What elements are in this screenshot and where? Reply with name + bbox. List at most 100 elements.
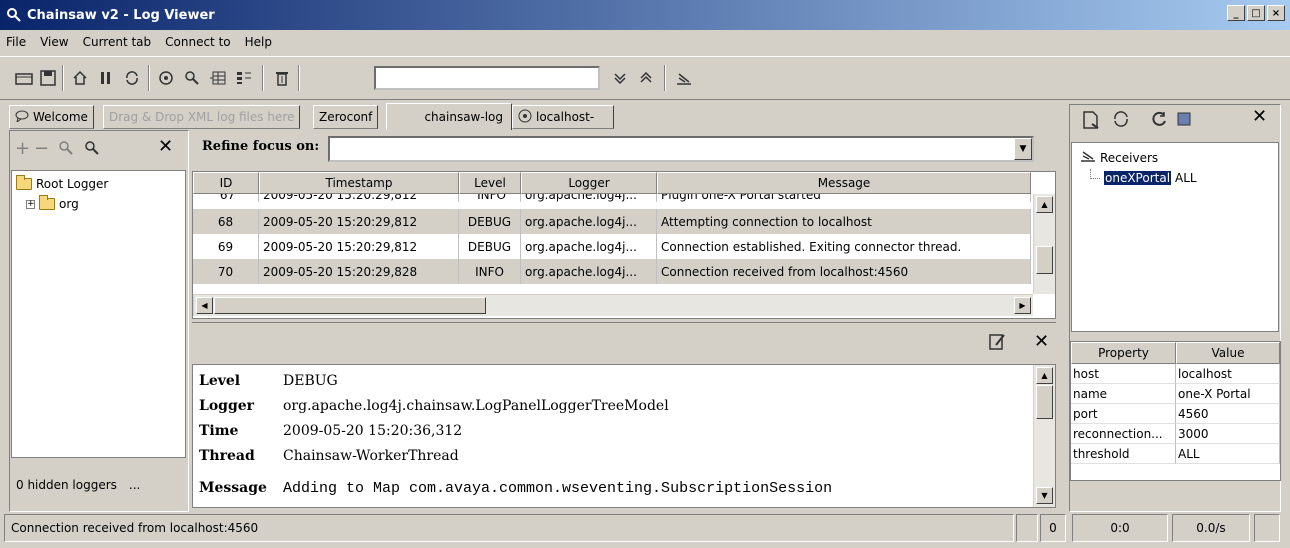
detail-message-label: Message bbox=[199, 480, 267, 496]
tab-chainsaw-log[interactable]: chainsaw-log bbox=[386, 103, 512, 130]
prop-header-property[interactable]: Property bbox=[1071, 342, 1176, 364]
table-row[interactable]: 70 2009-05-20 15:20:29,828 INFO org.apac… bbox=[193, 259, 1031, 284]
prop-value[interactable]: localhost bbox=[1176, 364, 1280, 384]
find-input[interactable] bbox=[374, 66, 600, 90]
add-icon[interactable]: + bbox=[15, 138, 30, 159]
prop-header-value[interactable]: Value bbox=[1176, 342, 1280, 364]
detail-scrollbar[interactable]: ▲ ▼ bbox=[1033, 365, 1055, 507]
receivers-toggle-icon[interactable] bbox=[672, 67, 696, 89]
detail-logger-label: Logger bbox=[199, 398, 255, 414]
save-icon[interactable] bbox=[36, 67, 60, 89]
receiver-level: ALL bbox=[1175, 171, 1197, 185]
table-vertical-scrollbar[interactable]: ▲ bbox=[1033, 194, 1055, 294]
prop-key: port bbox=[1071, 404, 1176, 424]
close-tree-icon[interactable]: ✕ bbox=[158, 136, 173, 157]
restart-receiver-icon[interactable] bbox=[1112, 110, 1130, 131]
detail-level-value: DEBUG bbox=[283, 373, 338, 389]
search-icon[interactable] bbox=[180, 67, 204, 89]
receiver-item[interactable]: oneXPortal ALL bbox=[1090, 169, 1197, 185]
folder-icon bbox=[16, 175, 32, 190]
close-receivers-icon[interactable]: ✕ bbox=[1252, 106, 1267, 127]
table-row-partial[interactable]: 67 2009-05-20 15:20:29,812 INFO org.apac… bbox=[193, 194, 1031, 202]
cell-message: Connection established. Exiting connecto… bbox=[657, 234, 1031, 259]
menu-connect-to[interactable]: Connect to bbox=[165, 35, 230, 49]
scroll-left-icon[interactable]: ◀ bbox=[196, 297, 213, 314]
menu-help[interactable]: Help bbox=[245, 35, 272, 49]
refresh-icon[interactable] bbox=[120, 67, 144, 89]
hidden-loggers-status[interactable]: 0 hidden loggers ... bbox=[12, 460, 186, 510]
stop-receiver-icon[interactable] bbox=[1176, 111, 1192, 130]
find-previous-icon[interactable] bbox=[634, 67, 658, 89]
find-next-icon[interactable] bbox=[608, 67, 632, 89]
folder-icon bbox=[39, 195, 55, 210]
receiver-properties-table: Property Value host localhost name one-X… bbox=[1070, 341, 1281, 481]
chainsaw-app-icon bbox=[6, 7, 22, 23]
file-open-icon[interactable] bbox=[12, 67, 36, 89]
tab-localhost[interactable]: localhost- bbox=[512, 105, 614, 129]
detail-scroll-up-icon[interactable]: ▲ bbox=[1036, 367, 1053, 384]
receivers-root[interactable]: Receivers bbox=[1080, 149, 1158, 166]
remove-icon[interactable]: − bbox=[34, 138, 49, 159]
close-window-button[interactable]: × bbox=[1267, 5, 1285, 21]
receiver-name: oneXPortal bbox=[1104, 171, 1172, 185]
column-header-id[interactable]: ID bbox=[193, 172, 259, 194]
table-settings-icon[interactable] bbox=[206, 67, 230, 89]
focus-icon[interactable] bbox=[58, 140, 74, 159]
detail-scroll-down-icon[interactable]: ▼ bbox=[1036, 487, 1053, 504]
table-row[interactable]: 68 2009-05-20 15:20:29,812 DEBUG org.apa… bbox=[193, 209, 1031, 234]
column-header-logger[interactable]: Logger bbox=[521, 172, 657, 194]
cell-logger: org.apache.log4j... bbox=[521, 209, 657, 234]
prop-value[interactable]: one-X Portal bbox=[1176, 384, 1280, 404]
table-horizontal-scrollbar[interactable]: ◀ ▶ bbox=[193, 294, 1033, 316]
tree-node-org[interactable]: + org bbox=[26, 195, 79, 211]
column-header-timestamp[interactable]: Timestamp bbox=[259, 172, 459, 194]
detail-layout-icon[interactable] bbox=[232, 67, 256, 89]
menu-file[interactable]: File bbox=[6, 35, 26, 49]
prop-value[interactable]: ALL bbox=[1176, 444, 1280, 464]
refine-dropdown-icon[interactable]: ▼ bbox=[1014, 138, 1032, 160]
hidden-loggers-more[interactable]: ... bbox=[129, 478, 140, 492]
close-detail-icon[interactable]: ✕ bbox=[1034, 331, 1049, 352]
column-header-message[interactable]: Message bbox=[657, 172, 1031, 194]
status-resize-grip[interactable] bbox=[1254, 514, 1280, 542]
scroll-thumb[interactable] bbox=[1036, 246, 1053, 274]
log-level-icon[interactable] bbox=[154, 67, 178, 89]
org-label: org bbox=[59, 197, 79, 211]
trash-icon[interactable] bbox=[270, 67, 294, 89]
tab-zeroconf[interactable]: Zeroconf bbox=[313, 105, 379, 129]
tab-chainsaw-log-label: chainsaw-log bbox=[424, 110, 503, 124]
tree-node-root-logger[interactable]: Root Logger bbox=[16, 175, 108, 191]
expand-icon[interactable]: + bbox=[26, 199, 35, 209]
prop-value[interactable]: 4560 bbox=[1176, 404, 1280, 424]
scroll-up-icon[interactable]: ▲ bbox=[1036, 196, 1053, 213]
minimize-button[interactable]: _ bbox=[1227, 5, 1245, 21]
receivers-icon bbox=[1080, 149, 1096, 166]
cell-logger: org.apache.log4j... bbox=[521, 234, 657, 259]
welcome-icon bbox=[15, 110, 29, 125]
menu-current-tab[interactable]: Current tab bbox=[83, 35, 152, 49]
focus-off-icon[interactable] bbox=[84, 140, 100, 159]
localhost-tab-icon bbox=[518, 109, 532, 126]
hidden-loggers-label: 0 hidden loggers bbox=[16, 478, 117, 492]
detail-thread-label: Thread bbox=[199, 448, 255, 464]
cell-timestamp: 2009-05-20 15:20:29,812 bbox=[259, 234, 459, 259]
tab-drag-drop-xml[interactable]: Drag & Drop XML log files here bbox=[103, 105, 301, 129]
scroll-right-icon[interactable]: ▶ bbox=[1014, 297, 1031, 314]
prop-value[interactable]: 3000 bbox=[1176, 424, 1280, 444]
pause-icon[interactable] bbox=[94, 67, 118, 89]
column-header-level[interactable]: Level bbox=[459, 172, 521, 194]
maximize-button[interactable]: □ bbox=[1247, 5, 1265, 21]
hscroll-thumb[interactable] bbox=[214, 297, 486, 314]
menu-view[interactable]: View bbox=[40, 35, 68, 49]
refine-focus-input[interactable]: ▼ bbox=[328, 136, 1034, 162]
tab-welcome[interactable]: Welcome bbox=[9, 105, 94, 129]
cell-id: 70 bbox=[193, 259, 259, 284]
title-bar: Chainsaw v2 - Log Viewer _ □ × bbox=[0, 0, 1290, 30]
table-row[interactable]: 69 2009-05-20 15:20:29,812 DEBUG org.apa… bbox=[193, 234, 1031, 259]
home-icon[interactable] bbox=[68, 67, 92, 89]
edit-detail-icon[interactable] bbox=[988, 333, 1006, 354]
new-receiver-icon[interactable] bbox=[1082, 110, 1100, 133]
detail-scroll-thumb[interactable] bbox=[1036, 385, 1053, 419]
detail-toolbar: ✕ bbox=[192, 322, 1056, 362]
reload-icon[interactable] bbox=[1150, 110, 1168, 131]
